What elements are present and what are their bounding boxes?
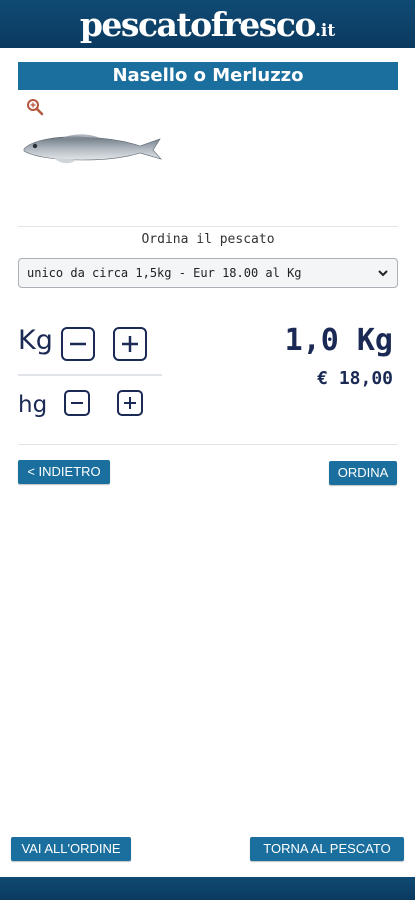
- order-label: Ordina il pescato: [141, 232, 275, 247]
- minus-icon: [71, 402, 83, 404]
- minus-icon: [70, 342, 86, 346]
- hg-minus-button[interactable]: [64, 390, 90, 416]
- price-total: € 18,00: [317, 368, 393, 389]
- kg-minus-button[interactable]: [61, 327, 95, 361]
- hg-label: hg: [18, 392, 48, 418]
- chevron-down-icon: [378, 270, 388, 277]
- divider: [18, 444, 398, 445]
- back-to-catch-button[interactable]: TORNA AL PESCATO: [250, 837, 404, 861]
- product-image[interactable]: [20, 120, 165, 175]
- footer-bar: [0, 877, 415, 900]
- kg-label: Kg: [18, 325, 53, 356]
- plus-icon: [124, 397, 136, 409]
- header-bar: pescatofresco.it: [0, 0, 415, 48]
- product-title: Nasello o Merluzzo: [18, 62, 398, 90]
- hg-plus-button[interactable]: [117, 390, 143, 416]
- divider: [18, 226, 398, 227]
- size-select[interactable]: unico da circa 1,5kg - Eur 18.00 al Kg: [18, 258, 398, 288]
- quantity-divider: [18, 374, 162, 376]
- kg-plus-button[interactable]: [113, 327, 147, 361]
- logo-main: pescatofresco: [79, 4, 317, 44]
- size-select-value: unico da circa 1,5kg - Eur 18.00 al Kg: [27, 266, 302, 280]
- go-to-order-button[interactable]: VAI ALL'ORDINE: [11, 837, 131, 861]
- quantity-total: 1,0 Kg: [284, 323, 393, 358]
- order-button[interactable]: ORDINA: [329, 461, 397, 485]
- site-logo[interactable]: pescatofresco.it: [80, 8, 335, 41]
- zoom-icon[interactable]: [25, 97, 45, 117]
- plus-icon: [122, 336, 138, 352]
- logo-tld: .it: [314, 20, 336, 41]
- back-button[interactable]: < INDIETRO: [18, 460, 110, 484]
